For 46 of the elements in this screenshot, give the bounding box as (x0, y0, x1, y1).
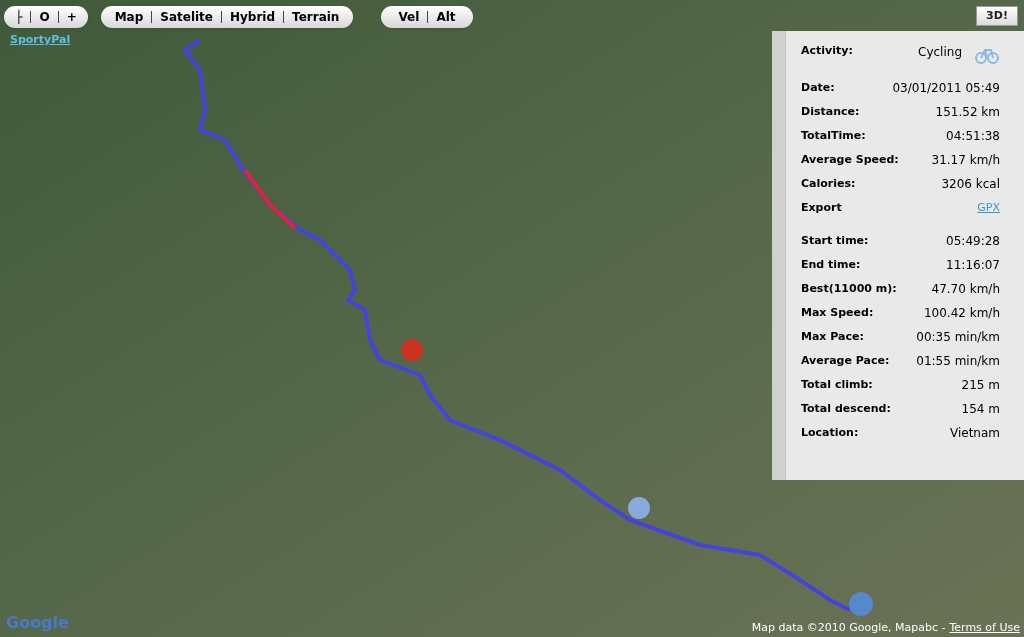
stat-label: Total descend: (801, 400, 891, 417)
stat-value: 215 m (961, 377, 1000, 394)
stat-label: Average Speed: (801, 151, 899, 168)
stat-label: Average Pace: (801, 352, 890, 369)
map-control-button[interactable]: Terrain (288, 8, 344, 26)
stat-value: 11:16:07 (946, 257, 1000, 274)
map-attribution: Map data ©2010 Google, Mapabc - (751, 619, 946, 636)
stat-value: 31.17 km/h (931, 152, 1000, 169)
stat-label: Export (801, 199, 842, 216)
map-control-button[interactable]: Map (110, 8, 148, 26)
stat-value: 00:35 min/km (916, 329, 1000, 346)
stat-label: Max Speed: (801, 304, 874, 321)
sportypal-link[interactable]: SportyPal (10, 32, 71, 49)
stat-value: 3206 kcal (941, 176, 1000, 193)
stat-label: Calories: (801, 175, 856, 192)
stat-label: Activity: (801, 43, 853, 59)
stat-value: 47.70 km/h (931, 281, 1000, 298)
google-logo: Google (6, 612, 69, 634)
stat-value: 151.52 km (935, 104, 1000, 121)
stat-value: 100.42 km/h (923, 305, 1000, 322)
stat-label: TotalTime: (801, 127, 866, 144)
stat-value: 04:51:38 (946, 128, 1000, 145)
stat-value: 05:49:28 (946, 233, 1000, 250)
stat-label: Date: (801, 79, 835, 96)
stat-label: Start time: (801, 232, 869, 249)
map-control-button[interactable]: + (62, 8, 81, 26)
stat-label: Total climb: (801, 376, 873, 393)
stat-value: Vietnam (950, 425, 1000, 442)
map-control-button[interactable]: Alt (432, 8, 460, 26)
map-control-button[interactable]: O (35, 8, 54, 26)
stat-value: 154 m (961, 401, 1000, 418)
3d-view-button[interactable]: 3D! (976, 6, 1018, 26)
stat-label: End time: (801, 256, 861, 273)
terms-link[interactable]: Terms of Use (949, 619, 1020, 636)
stat-label: Location: (801, 424, 859, 441)
map-control-button[interactable]: ├ (11, 8, 27, 26)
map-control-button[interactable]: Satelite (156, 8, 217, 26)
stat-label: Distance: (801, 103, 860, 120)
stat-label: Best(11000 m): (801, 280, 897, 297)
map-background[interactable] (0, 0, 1024, 637)
stat-label: Max Pace: (801, 328, 864, 345)
map-control-button[interactable]: Vel (394, 8, 424, 26)
map-control-button[interactable]: Hybrid (226, 8, 280, 26)
stat-value: 01:55 min/km (916, 353, 1000, 370)
stat-value: 03/01/2011 05:49 (892, 80, 1000, 97)
stat-value: Cycling (918, 44, 962, 61)
